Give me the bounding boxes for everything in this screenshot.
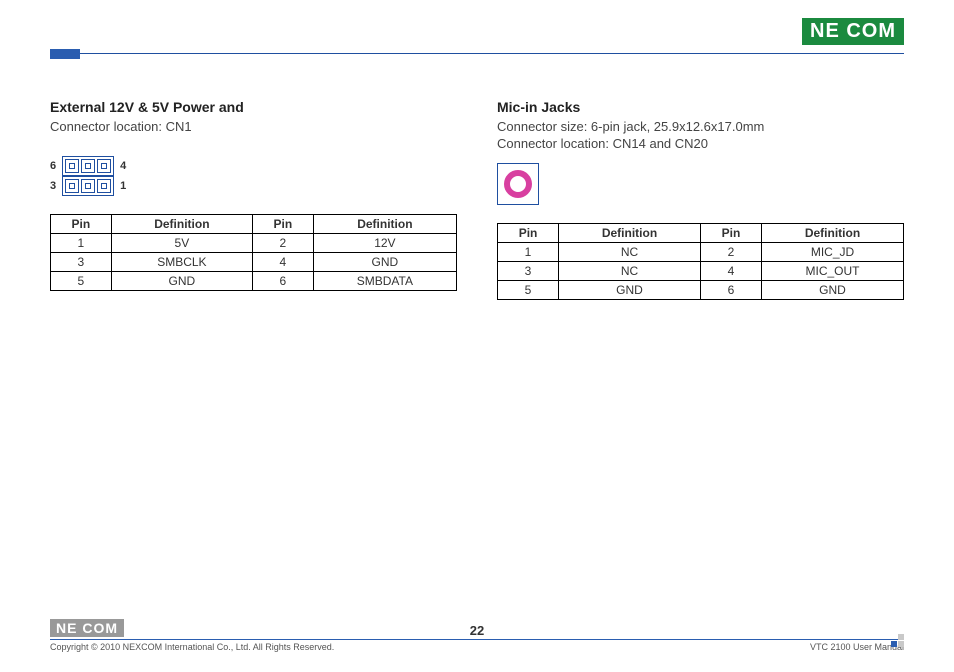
- th-pin2: Pin: [700, 224, 761, 243]
- left-sub: Connector location: CN1: [50, 119, 457, 134]
- th-def2: Definition: [313, 215, 456, 234]
- footer: NE COM Copyright © 2010 NEXCOM Internati…: [50, 619, 904, 652]
- pin-label-3: 3: [50, 180, 56, 192]
- left-column: External 12V & 5V Power and Connector lo…: [50, 99, 457, 300]
- left-title: External 12V & 5V Power and: [50, 99, 457, 115]
- th-def: Definition: [559, 224, 701, 243]
- manual-name: VTC 2100 User Manual: [810, 642, 904, 652]
- table-row: 1NC2MIC_JD: [498, 243, 904, 262]
- table-row: 3NC4MIC_OUT: [498, 262, 904, 281]
- table-row: 5GND6SMBDATA: [51, 272, 457, 291]
- right-sub2: Connector location: CN14 and CN20: [497, 136, 904, 151]
- left-pin-table: Pin Definition Pin Definition 15V212V 3S…: [50, 214, 457, 291]
- table-row: 15V212V: [51, 234, 457, 253]
- th-pin: Pin: [51, 215, 112, 234]
- header-rule: [50, 49, 904, 59]
- right-column: Mic-in Jacks Connector size: 6-pin jack,…: [497, 99, 904, 300]
- pin-label-4: 4: [120, 160, 126, 172]
- mic-jack-diagram: [497, 163, 904, 205]
- th-def: Definition: [111, 215, 252, 234]
- table-row: 5GND6GND: [498, 281, 904, 300]
- copyright-text: Copyright © 2010 NEXCOM International Co…: [50, 642, 334, 652]
- right-sub1: Connector size: 6-pin jack, 25.9x12.6x17…: [497, 119, 904, 134]
- logo-text: NE COM: [810, 20, 896, 42]
- nexcom-logo-top: NE COM: [802, 18, 904, 45]
- th-pin: Pin: [498, 224, 559, 243]
- right-pin-table: Pin Definition Pin Definition 1NC2MIC_JD…: [497, 223, 904, 300]
- th-def2: Definition: [762, 224, 904, 243]
- th-pin2: Pin: [252, 215, 313, 234]
- page-number: 22: [50, 623, 904, 638]
- right-title: Mic-in Jacks: [497, 99, 904, 115]
- table-row: 3SMBCLK4GND: [51, 253, 457, 272]
- pin-label-6: 6: [50, 160, 56, 172]
- pin-label-1: 1: [120, 180, 126, 192]
- power-connector-diagram: 6 4 3 1: [50, 156, 457, 196]
